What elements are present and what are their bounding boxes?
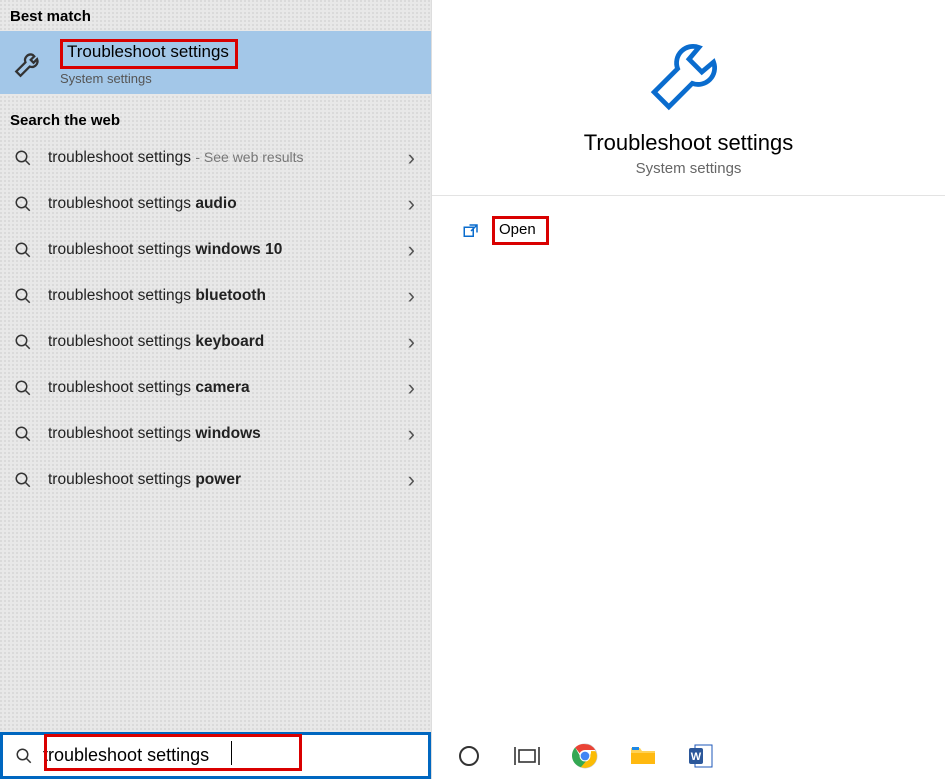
chrome-icon[interactable] xyxy=(570,741,600,771)
web-result-item[interactable]: troubleshoot settings audio › xyxy=(0,181,431,227)
web-result-label: troubleshoot settings audio xyxy=(48,195,392,213)
web-result-item[interactable]: troubleshoot settings windows › xyxy=(0,411,431,457)
open-label: Open xyxy=(492,216,549,245)
chevron-right-icon: › xyxy=(408,329,415,355)
web-result-label: troubleshoot settings bluetooth xyxy=(48,287,392,305)
search-icon xyxy=(14,425,32,443)
web-result-item[interactable]: troubleshoot settings power › xyxy=(0,457,431,503)
chevron-right-icon: › xyxy=(408,145,415,171)
word-icon[interactable]: W xyxy=(686,741,716,771)
search-icon xyxy=(14,379,32,397)
search-box[interactable] xyxy=(0,732,431,779)
search-web-section-label: Search the web xyxy=(0,104,431,135)
web-result-label: troubleshoot settings windows 10 xyxy=(48,241,392,259)
web-result-label: troubleshoot settings power xyxy=(48,471,392,489)
best-match-section-label: Best match xyxy=(0,0,431,31)
preview-panel: Troubleshoot settings System settings Op… xyxy=(431,0,945,779)
best-match-title: Troubleshoot settings xyxy=(60,39,238,69)
best-match-result[interactable]: Troubleshoot settings System settings xyxy=(0,31,431,94)
web-result-label: troubleshoot settings - See web results xyxy=(48,149,392,167)
open-icon xyxy=(462,222,480,240)
search-icon xyxy=(14,241,32,259)
web-result-label: troubleshoot settings keyboard xyxy=(48,333,392,351)
wrench-icon xyxy=(12,46,46,80)
wrench-icon xyxy=(645,28,733,116)
web-result-label: troubleshoot settings camera xyxy=(48,379,392,397)
chevron-right-icon: › xyxy=(408,191,415,217)
search-icon xyxy=(14,333,32,351)
search-results-panel: Best match Troubleshoot settings System … xyxy=(0,0,431,779)
preview-subtitle: System settings xyxy=(636,160,742,177)
chevron-right-icon: › xyxy=(408,467,415,493)
search-icon xyxy=(14,471,32,489)
chevron-right-icon: › xyxy=(408,375,415,401)
chevron-right-icon: › xyxy=(408,283,415,309)
web-result-item[interactable]: troubleshoot settings keyboard › xyxy=(0,319,431,365)
taskbar: W xyxy=(432,732,945,779)
web-result-item[interactable]: troubleshoot settings - See web results › xyxy=(0,135,431,181)
search-icon xyxy=(15,747,33,765)
open-action[interactable]: Open xyxy=(462,216,945,245)
cortana-icon[interactable] xyxy=(454,741,484,771)
web-result-label: troubleshoot settings windows xyxy=(48,425,392,443)
svg-text:W: W xyxy=(691,751,702,763)
preview-title: Troubleshoot settings xyxy=(584,130,794,156)
chevron-right-icon: › xyxy=(408,421,415,447)
chevron-right-icon: › xyxy=(408,237,415,263)
text-caret xyxy=(231,741,232,765)
web-result-item[interactable]: troubleshoot settings windows 10 › xyxy=(0,227,431,273)
search-icon xyxy=(14,287,32,305)
search-icon xyxy=(14,195,32,213)
best-match-subtitle: System settings xyxy=(60,71,238,86)
file-explorer-icon[interactable] xyxy=(628,741,658,771)
web-result-item[interactable]: troubleshoot settings camera › xyxy=(0,365,431,411)
web-results-list: troubleshoot settings - See web results ›… xyxy=(0,135,431,779)
task-view-icon[interactable] xyxy=(512,741,542,771)
search-icon xyxy=(14,149,32,167)
web-result-item[interactable]: troubleshoot settings bluetooth › xyxy=(0,273,431,319)
